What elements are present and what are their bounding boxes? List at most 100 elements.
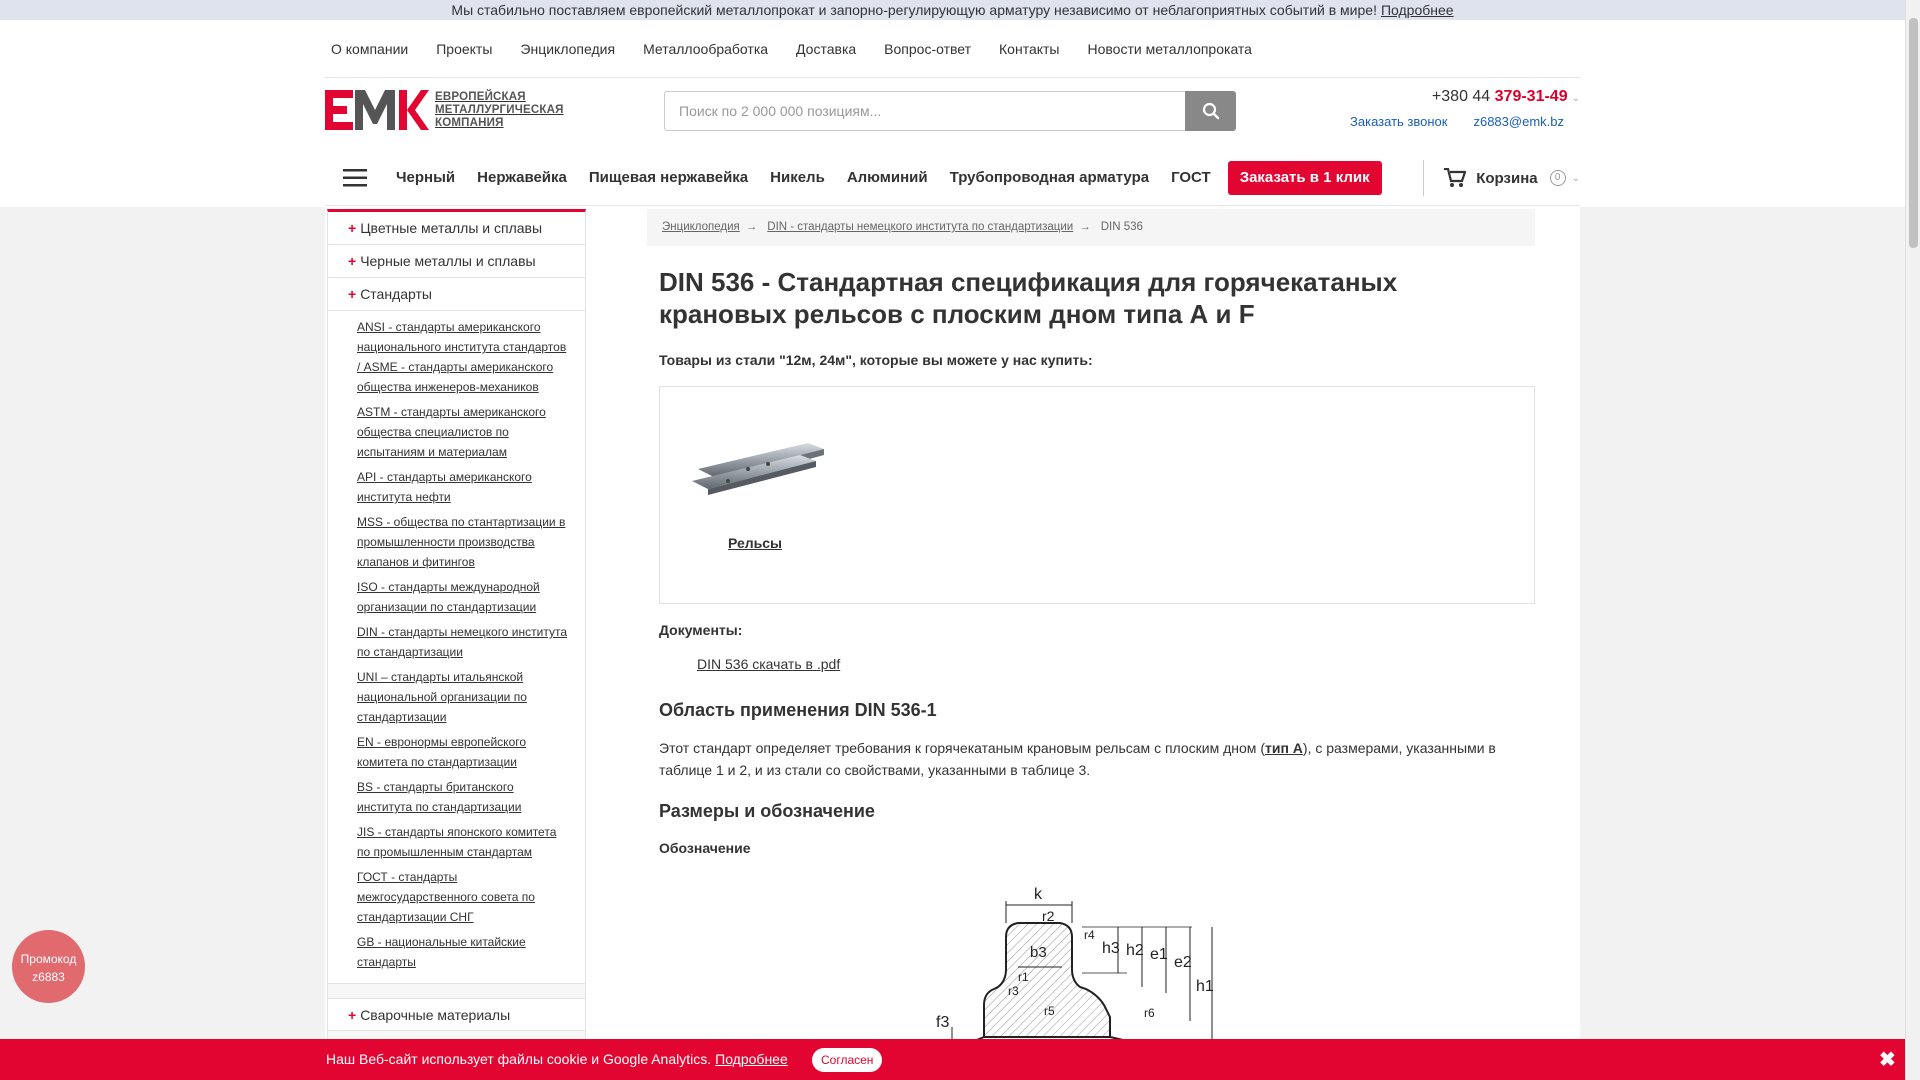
nav-encyclopedia[interactable]: Энциклопедия [520,41,615,57]
company-logo[interactable]: Европейская металлургическая компания [325,90,564,130]
standard-link-en[interactable]: EN - евронормы европейского комитета по … [357,732,569,772]
page-title: DIN 536 - Стандартная спецификация для г… [659,267,1398,329]
standard-link-api[interactable]: API - стандарты американского института … [357,467,569,507]
plus-icon: + [348,286,357,302]
logo-line-1: Европейская [435,90,526,103]
nav-news[interactable]: Новости металлопроката [1088,41,1252,57]
standard-link-gost[interactable]: ГОСТ - стандарты межгосударственного сов… [357,867,569,927]
chevron-down-icon[interactable]: ⌄ [1572,93,1580,104]
diagram-label-k: k [1034,886,1043,903]
phone-main: 379-31-49 [1494,88,1568,105]
cookie-agree-button[interactable]: Согласен [812,1048,883,1072]
category-food-stainless[interactable]: Пищевая нержавейка [589,169,748,186]
diagram-label-h3: h3 [1102,940,1120,957]
contact-links: Заказать звонок z6883@emk.bz [1340,114,1580,129]
phone-prefix: +380 44 [1431,88,1495,105]
breadcrumb-arrow: → [745,221,758,233]
rail-product-link[interactable]: Рельсы [728,535,782,551]
header: Европейская металлургическая компания +3… [325,80,1580,150]
sidebar-item-nonferrous[interactable]: + Цветные металлы и сплавы [328,212,585,245]
category-nickel[interactable]: Никель [770,169,825,186]
cart-count-badge: 0 [1549,170,1566,186]
diagram-label-h2: h2 [1126,942,1144,959]
sidebar-item-label: Стандарты [360,286,432,302]
section-scope-title: Область применения DIN 536-1 [659,700,937,720]
rail-image-icon [692,443,824,495]
diagram-label-r2: r2 [1042,908,1055,924]
breadcrumb-encyclopedia[interactable]: Энциклопедия [662,221,740,233]
product-card: Рельсы [659,386,1535,604]
order-one-click-button[interactable]: Заказать в 1 клик [1227,160,1382,195]
main-content: Энциклопедия → DIN - стандарты немецкого и… [647,209,1535,1067]
diagram-label-b3: b3 [1030,944,1047,961]
section-dimensions-title: Размеры и обозначение [659,801,875,821]
breadcrumb: Энциклопедия → DIN - стандарты немецкого и… [647,209,1535,246]
standard-link-iso[interactable]: ISO - стандарты международной организаци… [357,577,569,617]
close-icon[interactable]: ✖ [1879,1047,1896,1072]
chevron-down-icon[interactable]: ⌄ [1572,173,1580,184]
standard-link-mss[interactable]: MSS - общества по стантартизации в промы… [357,512,569,572]
cookie-message: Наш Веб-сайт использует файлы cookie и G… [326,1051,712,1067]
documents-title: Документы: [659,622,743,638]
search-icon [1202,102,1219,120]
nav-about[interactable]: О компании [331,41,408,57]
category-black[interactable]: Черный [396,169,455,186]
standard-link-jis[interactable]: JIS - стандарты японского комитета по пр… [357,822,569,862]
designation-subtitle: Обозначение [659,840,751,856]
breadcrumb-arrow: → [1079,221,1091,233]
cart-icon [1444,168,1467,187]
standard-link-bs[interactable]: BS - стандарты британского института по … [357,777,569,817]
sidebar-item-standards[interactable]: + Стандарты [328,278,585,311]
type-a-link[interactable]: тип А [1265,740,1303,756]
top-notice-text: Мы стабильно поставляем европейский мета… [451,2,1377,18]
plus-icon: + [348,253,357,269]
standards-submenu: ANSI - стандарты американского националь… [328,311,585,984]
logo-line-3: компания [435,116,504,129]
nav-metalworking[interactable]: Металлообработка [643,41,768,57]
category-gost[interactable]: ГОСТ [1171,169,1211,186]
sidebar-item-welding[interactable]: + Сварочные материалы [328,998,585,1031]
search-bar [664,91,1236,131]
cart[interactable]: Корзина 0 ⌄ [1423,160,1580,196]
callback-link[interactable]: Заказать звонок [1350,114,1447,129]
logo-line-2: металлургическая [435,103,564,116]
diagram-label-r4: r4 [1084,928,1095,942]
top-notice-more-link[interactable]: Подробнее [1381,2,1454,18]
standard-link-din[interactable]: DIN - стандарты немецкого института по с… [357,622,569,662]
standard-link-gb[interactable]: GB - национальные китайские стандарты [357,932,569,972]
standard-link-ansi[interactable]: ANSI - стандарты американского националь… [357,317,569,397]
promo-code-badge[interactable]: Промокод z6883 [12,930,85,1003]
catalog-bar: Черный Нержавейка Пищевая нержавейка Ник… [325,150,1580,206]
breadcrumb-din[interactable]: DIN - стандарты немецкого института по с… [767,221,1073,233]
scrollbar-thumb[interactable] [1909,18,1918,248]
plus-icon: + [348,220,357,236]
search-button[interactable] [1185,91,1236,131]
diagram-label-f3: f3 [936,1014,949,1031]
category-stainless[interactable]: Нержавейка [477,169,567,186]
standard-link-astm[interactable]: ASTM - стандарты американского общества … [357,402,569,462]
emk-logo-mark [325,90,429,130]
sidebar-item-ferrous[interactable]: + Черные металлы и сплавы [328,245,585,278]
phone-number[interactable]: +380 44 379-31-49 ⌄ [1340,88,1580,106]
menu-burger-icon[interactable] [325,160,385,196]
nav-faq[interactable]: Вопрос-ответ [884,41,971,57]
email-link[interactable]: z6883@emk.bz [1473,114,1564,129]
standard-link-uni[interactable]: UNI – стандарты итальянской национальной… [357,667,569,727]
diagram-label-r6: r6 [1144,1006,1155,1020]
category-pipeline-valves[interactable]: Трубопроводная арматура [950,169,1149,186]
nav-contacts[interactable]: Контакты [999,41,1059,57]
page-scrollbar[interactable] [1905,0,1920,1080]
diagram-label-h1: h1 [1196,978,1214,995]
category-aluminium[interactable]: Алюминий [847,169,928,186]
nav-projects[interactable]: Проекты [436,41,492,57]
nav-delivery[interactable]: Доставка [796,41,856,57]
rail-product-image[interactable] [688,435,828,500]
diagram-label-r3: r3 [1008,984,1019,998]
cookie-more-link[interactable]: Подробнее [715,1051,788,1067]
sidebar-item-label: Сварочные материалы [360,1007,511,1023]
pdf-download-link[interactable]: DIN 536 скачать в .pdf [697,656,840,672]
breadcrumb-current: DIN 536 [1100,221,1143,233]
search-input[interactable] [664,91,1185,131]
diagram-label-e1: e1 [1150,946,1168,963]
diagram-label-e2: e2 [1174,954,1192,971]
